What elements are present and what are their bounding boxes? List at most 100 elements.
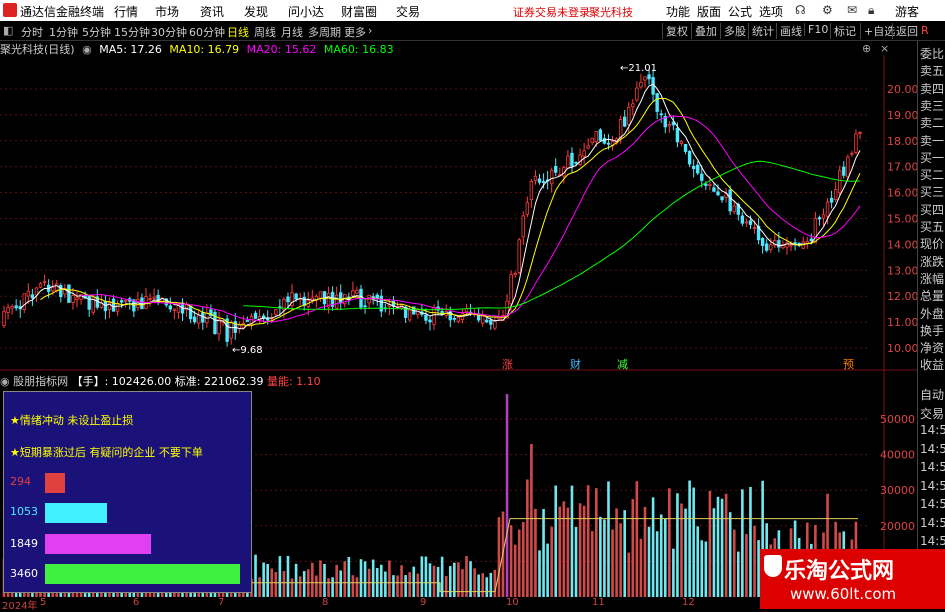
candle-body: [537, 178, 542, 183]
candle-body: [75, 297, 79, 300]
side-panel-item[interactable]: 自动: [920, 386, 944, 403]
zoom-icon[interactable]: ⊕: [862, 42, 871, 55]
close-chart-icon[interactable]: ×: [880, 42, 889, 55]
volume-bar: [696, 526, 700, 597]
quote-side-panel: 委比 卖五 卖四 卖三 卖二 卖一 买一 买二 买三 买四 买五 现价 涨跌 涨幅 总量 外盘 换手 净资 收益 自动…: [917, 41, 945, 609]
date-label-9: 9: [420, 597, 427, 608]
period-tab-more[interactable]: 更多: [344, 24, 366, 40]
period-tab-1min[interactable]: 1分钟: [49, 24, 78, 40]
settings-icon[interactable]: ⚙: [822, 3, 833, 17]
btn-mark[interactable]: 标记: [830, 23, 856, 39]
side-panel-item[interactable]: 14:56: [920, 516, 945, 530]
price-tick-label: 17.00: [887, 161, 917, 174]
candle-body: [752, 227, 757, 229]
info-panel: ★情绪冲动 未设止盈止损 ★短期暴涨过后 有疑问的企业 不要下单 294 105…: [3, 391, 252, 593]
indicator-dot-icon[interactable]: ◉: [0, 375, 10, 388]
volume-bar: [615, 508, 618, 597]
menu-trade[interactable]: 交易: [396, 3, 420, 20]
lock-icon[interactable]: 🔒︎: [868, 3, 874, 18]
candle-body: [846, 156, 850, 178]
candle-body: [606, 142, 611, 145]
btn-back[interactable]: 返回: [892, 23, 918, 39]
guest-label[interactable]: 游客: [895, 3, 919, 20]
volume-bar: [371, 559, 375, 597]
candle-body: [152, 296, 156, 299]
period-tab-monthly[interactable]: 月线: [281, 24, 303, 40]
candle-body: [691, 165, 696, 170]
price-tick-label: 19.00: [887, 109, 917, 122]
watermark-line-2: www.60lt.com: [790, 585, 897, 603]
btn-multistock[interactable]: 多股: [720, 23, 746, 39]
volume-bar: [363, 561, 367, 597]
btn-adjust[interactable]: 复权: [662, 23, 688, 39]
indicator-header: ◉ 股朋指标网 【手】: 102426.00 标准: 221062.39 量能:…: [0, 373, 321, 388]
candle-body: [549, 169, 554, 185]
candle-body: [245, 320, 250, 322]
period-tab-30min[interactable]: 30分钟: [151, 24, 187, 40]
btn-stats[interactable]: 统计: [748, 23, 774, 39]
volume-bar: [481, 573, 485, 597]
menu-news[interactable]: 资讯: [200, 3, 224, 20]
menu-ask[interactable]: 问小达: [288, 3, 324, 20]
volume-bar: [521, 521, 525, 597]
menu-options[interactable]: 选项: [759, 3, 783, 20]
side-panel-item[interactable]: 14:56: [920, 497, 945, 511]
volume-bar: [627, 552, 631, 597]
volume-bar: [420, 556, 424, 597]
menu-wealth[interactable]: 财富圈: [341, 3, 377, 20]
side-panel-item[interactable]: 14:56: [920, 534, 945, 548]
btn-draw[interactable]: 画线: [776, 23, 802, 39]
period-tab-timeshare[interactable]: 分时: [21, 24, 43, 40]
volume-bar: [680, 503, 683, 597]
volume-tick-label: 40000: [880, 449, 915, 462]
indicator-name[interactable]: 股朋指标网: [13, 375, 68, 388]
login-notice[interactable]: 证券交易未登录: [513, 4, 590, 20]
period-tab-5min[interactable]: 5分钟: [82, 24, 111, 40]
period-tab-weekly[interactable]: 周线: [254, 24, 276, 40]
support-icon[interactable]: ☊: [795, 3, 806, 17]
side-panel-item[interactable]: 14:56: [920, 442, 945, 456]
period-tab-daily[interactable]: 日线: [227, 24, 249, 40]
volume-bar: [331, 577, 334, 597]
side-panel-item[interactable]: 14:56: [920, 460, 945, 474]
candle-body: [379, 295, 383, 312]
candle-body: [302, 296, 306, 306]
side-panel-item[interactable]: 14:56: [920, 423, 945, 437]
side-panel-item[interactable]: 14:56: [920, 479, 945, 493]
menu-market-quotes[interactable]: 行情: [114, 3, 138, 20]
menu-function[interactable]: 功能: [666, 3, 690, 20]
volume-bar: [319, 560, 322, 597]
volume-bar: [465, 556, 468, 597]
volume-bar: [631, 499, 635, 597]
candle-body: [168, 305, 173, 310]
candle-body: [708, 183, 712, 186]
r-mark-icon[interactable]: R: [921, 24, 929, 37]
candle-body: [509, 274, 513, 305]
collapse-icon[interactable]: ◧: [3, 24, 13, 37]
message-icon[interactable]: ✉: [847, 3, 857, 17]
candle-body: [700, 173, 704, 181]
btn-add-favorite[interactable]: +自选: [860, 23, 895, 39]
candle-body: [71, 295, 75, 303]
volume-bar: [603, 519, 606, 597]
btn-f10[interactable]: F10: [804, 23, 828, 36]
menu-discover[interactable]: 发现: [244, 3, 268, 20]
volume-bar: [692, 487, 695, 597]
candle-body: [334, 294, 339, 309]
btn-overlay[interactable]: 叠加: [691, 23, 717, 39]
menu-formula[interactable]: 公式: [728, 3, 752, 20]
period-tab-multi[interactable]: 多周期: [308, 24, 341, 40]
volume-bar: [526, 479, 529, 597]
count-bar-3: [45, 534, 151, 554]
chevron-right-icon[interactable]: ›: [368, 24, 372, 37]
candle-body: [748, 220, 753, 225]
period-tab-15min[interactable]: 15分钟: [114, 24, 150, 40]
volume-bar: [254, 554, 257, 597]
period-tab-60min[interactable]: 60分钟: [189, 24, 225, 40]
side-panel-item: 卖五: [920, 64, 945, 79]
menu-layout[interactable]: 版面: [697, 3, 721, 20]
menu-market[interactable]: 市场: [155, 3, 179, 20]
volume-bar: [732, 529, 736, 597]
side-panel-item[interactable]: 交易: [920, 405, 944, 422]
candle-body: [687, 151, 692, 165]
